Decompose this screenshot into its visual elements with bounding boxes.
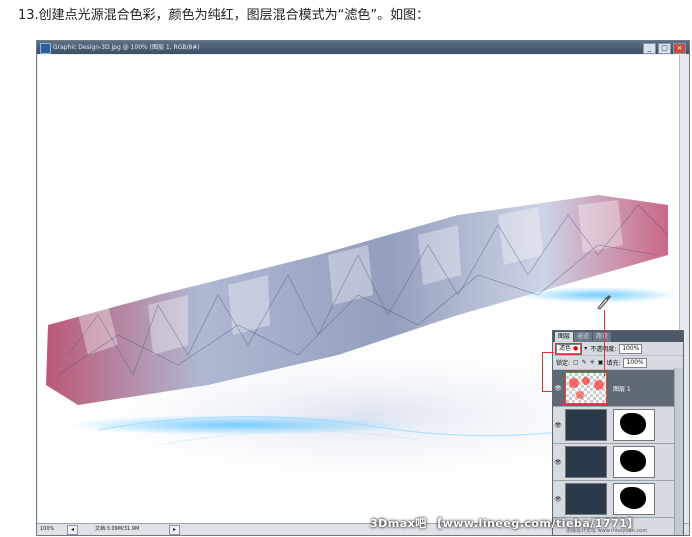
chevron-down-icon[interactable]: ▾ xyxy=(584,345,587,352)
eye-icon[interactable]: 👁 xyxy=(553,422,563,429)
tab-paths[interactable]: 路径 xyxy=(593,332,612,342)
layer-name: 图层 1 xyxy=(613,385,631,393)
tab-channels[interactable]: 通道 xyxy=(574,332,593,342)
annotation-line xyxy=(542,352,543,392)
red-light-spots xyxy=(569,377,604,399)
layers-panel-scrollbar[interactable] xyxy=(674,368,683,535)
opacity-input[interactable]: 100% xyxy=(619,343,643,354)
eye-icon[interactable]: 👁 xyxy=(553,496,563,503)
zoom-level[interactable]: 100% xyxy=(40,524,54,535)
layer-mask-thumbnail xyxy=(613,483,655,515)
layer-thumbnail xyxy=(565,409,607,441)
maximize-button[interactable]: □ xyxy=(658,43,671,54)
minimize-button[interactable]: _ xyxy=(643,43,656,54)
blend-mode-select[interactable]: 滤色 ● xyxy=(554,342,583,355)
photoshop-app-icon xyxy=(40,43,51,54)
layer-row[interactable]: 👁 xyxy=(553,407,683,444)
lock-image-icon[interactable]: ✎ xyxy=(582,359,587,366)
eye-icon[interactable]: 👁 xyxy=(553,459,563,466)
annotation-line xyxy=(542,391,554,392)
brush-cursor-icon xyxy=(597,295,611,310)
watermark-small: 思缘设计论坛 www.missyuan.com xyxy=(566,528,648,534)
layer-thumbnail xyxy=(565,446,607,478)
fill-label: 填充: xyxy=(606,360,621,367)
document-size: 文档:3.09M/31.9M xyxy=(95,526,140,532)
lock-label: 锁定: xyxy=(556,360,571,367)
status-menu-arrow-icon[interactable]: ▸ xyxy=(169,525,180,535)
layer-row[interactable]: 👁 xyxy=(553,444,683,481)
layer-row[interactable]: 👁 图层 1 xyxy=(553,370,683,407)
layer-thumbnail xyxy=(564,371,608,405)
instruction-text: 13.创建点光源混合色彩，颜色为纯红，图层混合模式为“滤色”。如图： xyxy=(18,8,430,23)
tab-layers[interactable]: 图层 xyxy=(555,332,574,342)
status-nav-icon[interactable]: ◂ xyxy=(67,525,78,535)
layer-row[interactable]: 👁 xyxy=(553,481,683,518)
lock-all-icon[interactable]: ▣ xyxy=(598,359,604,366)
window-title: Graphic Design-3D.jpg @ 100% (图层 1, RGB/… xyxy=(53,44,200,51)
lock-transparency-icon[interactable]: ▢ xyxy=(573,359,579,366)
eye-icon[interactable]: 👁 xyxy=(553,385,563,392)
layers-panel: 图层 通道 路径 滤色 ● ▾ 不透明度: 100% 锁定: ▢ ✎ ✛ ▣ 填… xyxy=(552,330,684,536)
layer-thumbnail xyxy=(565,483,607,515)
layer-mask-thumbnail xyxy=(613,446,655,478)
fill-input[interactable]: 100% xyxy=(623,357,647,368)
lock-position-icon[interactable]: ✛ xyxy=(590,359,595,366)
close-button[interactable]: × xyxy=(673,43,686,54)
annotation-line xyxy=(604,310,605,376)
blend-mode-value: 滤色 xyxy=(559,344,572,352)
annotation-line xyxy=(542,352,554,353)
window-titlebar[interactable]: Graphic Design-3D.jpg @ 100% (图层 1, RGB/… xyxy=(37,41,689,54)
blend-mode-color-dot-icon: ● xyxy=(572,344,579,352)
layer-mask-thumbnail xyxy=(613,409,655,441)
